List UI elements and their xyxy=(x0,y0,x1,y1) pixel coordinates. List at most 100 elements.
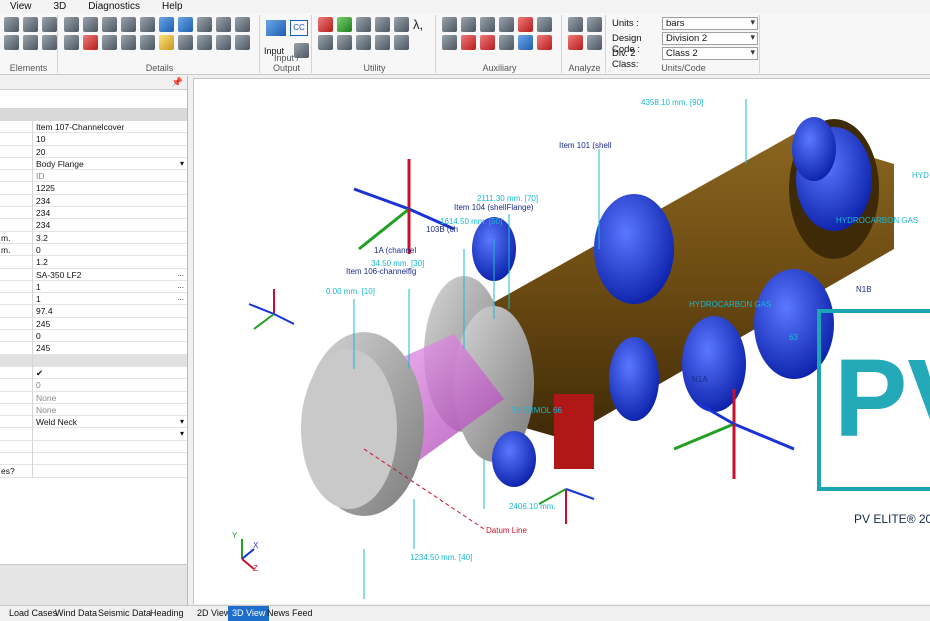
property-row[interactable]: SA-350 LF2... xyxy=(0,268,187,281)
property-row[interactable]: 1... xyxy=(0,280,187,294)
menu-diagnostics[interactable]: Diagnostics xyxy=(78,0,152,13)
utility-material-icon[interactable] xyxy=(318,17,333,32)
detail-nozzle-icon[interactable] xyxy=(102,17,117,32)
utility-trash-icon[interactable] xyxy=(318,35,333,50)
detail-liquid-icon[interactable] xyxy=(140,35,155,50)
detail-packing-icon[interactable] xyxy=(197,17,212,32)
menu-help[interactable]: Help xyxy=(152,0,195,13)
element-sphere-icon[interactable] xyxy=(42,17,57,32)
utility-ring-icon[interactable] xyxy=(375,35,390,50)
property-value[interactable]: ✔ xyxy=(36,367,185,379)
property-row[interactable] xyxy=(0,440,187,454)
property-value[interactable]: 20 xyxy=(36,146,185,158)
property-row[interactable]: Weld Neck ▾ xyxy=(0,416,187,429)
property-row[interactable]: Body Flange ▾ xyxy=(0,157,187,171)
aux-load-icon[interactable] xyxy=(461,35,476,50)
detail-lug-icon[interactable] xyxy=(140,17,155,32)
property-row[interactable]: 20 xyxy=(0,145,187,158)
utility-page-icon[interactable] xyxy=(337,35,352,50)
analyze-error-check-icon[interactable] xyxy=(568,35,583,50)
utility-lambda-icon[interactable]: λ, xyxy=(413,17,428,32)
detail-leg-icon[interactable] xyxy=(197,35,212,50)
property-value[interactable]: None xyxy=(36,404,185,416)
detail-load-icon[interactable] xyxy=(83,35,98,50)
property-row[interactable]: 1225 xyxy=(0,182,187,195)
aux-acrobat-icon[interactable] xyxy=(518,17,533,32)
units-select[interactable]: bars xyxy=(662,17,758,30)
property-row[interactable]: 1... xyxy=(0,293,187,306)
property-row[interactable]: 234 xyxy=(0,194,187,208)
aux-table-icon[interactable] xyxy=(461,17,476,32)
property-row[interactable]: None xyxy=(0,391,187,404)
property-row[interactable]: Item 107-Channelcover xyxy=(0,121,187,134)
utility-gears-icon[interactable] xyxy=(375,17,390,32)
property-row[interactable]: m. 3.2 xyxy=(0,231,187,244)
property-row[interactable]: 10 xyxy=(0,133,187,146)
property-value[interactable]: SA-350 LF2 xyxy=(36,269,185,281)
3d-view-canvas[interactable]: 4358.10 mm. [90] Item 101 (shell 2111.30… xyxy=(193,78,930,604)
detail-clip-icon[interactable] xyxy=(235,35,250,50)
menu-3d[interactable]: 3D xyxy=(44,0,79,13)
detail-lining-icon[interactable] xyxy=(121,35,136,50)
aux-clipboard-icon[interactable] xyxy=(499,17,514,32)
property-row[interactable]: es? xyxy=(0,465,187,478)
detail-saddle-icon[interactable] xyxy=(121,17,136,32)
property-row[interactable]: 0 xyxy=(0,379,187,392)
property-value[interactable]: 0 xyxy=(36,379,185,391)
aux-grid-icon[interactable] xyxy=(537,17,552,32)
div2-class-select[interactable]: Class 2 xyxy=(662,47,758,60)
property-value[interactable]: 1.2 xyxy=(36,256,185,268)
menu-view[interactable]: View xyxy=(0,0,44,13)
aux-pdf-icon[interactable] xyxy=(480,35,495,50)
element-cone-icon[interactable] xyxy=(23,17,38,32)
ellipsis-button[interactable]: ... xyxy=(177,268,184,280)
utility-flange-rating-icon[interactable] xyxy=(356,17,371,32)
property-value[interactable]: ID xyxy=(36,170,185,182)
input-arrows-icon[interactable] xyxy=(266,20,286,36)
property-row[interactable]: ID xyxy=(0,170,187,183)
property-value[interactable]: 234 xyxy=(36,195,185,207)
analyze-page-icon[interactable] xyxy=(587,17,602,32)
property-value[interactable]: 1 xyxy=(36,293,185,305)
property-row[interactable]: None xyxy=(0,403,187,417)
element-head-icon[interactable] xyxy=(4,35,19,50)
utility-filter-icon[interactable] xyxy=(337,17,352,32)
detail-force-icon[interactable] xyxy=(64,35,79,50)
detail-body-flange-icon[interactable] xyxy=(178,35,193,50)
utility-column-icon[interactable] xyxy=(356,35,371,50)
cc-icon[interactable]: CC xyxy=(290,20,308,36)
property-value[interactable]: None xyxy=(36,392,185,404)
property-row[interactable]: ▾ xyxy=(0,428,187,441)
element-skirt-icon[interactable] xyxy=(42,35,57,50)
property-row[interactable]: 245 xyxy=(0,342,187,355)
design-code-select[interactable]: Division 2 xyxy=(662,32,758,45)
aux-report-icon[interactable] xyxy=(499,35,514,50)
pin-icon[interactable]: 📌 xyxy=(172,77,183,88)
property-row[interactable]: 0 xyxy=(0,330,187,343)
property-value[interactable]: 1225 xyxy=(36,182,185,194)
aux-doc-icon[interactable] xyxy=(442,17,457,32)
aux-steel-icon[interactable] xyxy=(442,35,457,50)
property-value[interactable]: 245 xyxy=(36,318,185,330)
property-value[interactable]: 245 xyxy=(36,342,185,354)
aux-db-icon[interactable] xyxy=(518,35,533,50)
property-row[interactable]: 97.4 xyxy=(0,305,187,318)
element-flange-icon[interactable] xyxy=(23,35,38,50)
property-row[interactable]: 234 xyxy=(0,219,187,232)
property-value[interactable]: Weld Neck xyxy=(36,416,185,428)
property-row[interactable]: m. 0 xyxy=(0,243,187,257)
property-value[interactable]: 0 xyxy=(36,244,185,256)
property-value[interactable]: 97.4 xyxy=(36,305,185,317)
analyze-run-icon[interactable] xyxy=(568,17,583,32)
tab-news-feed[interactable]: News Feed xyxy=(263,606,317,621)
detail-stiffener-icon[interactable] xyxy=(64,17,79,32)
detail-baffle-icon[interactable] xyxy=(216,35,231,50)
detail-platform-icon[interactable] xyxy=(178,17,193,32)
property-row[interactable] xyxy=(0,354,187,367)
tab-heading[interactable]: Heading xyxy=(146,606,188,621)
element-cylinder-icon[interactable] xyxy=(4,17,19,32)
property-row[interactable]: 1.2 xyxy=(0,256,187,269)
detail-weight-icon[interactable] xyxy=(159,17,174,32)
property-row[interactable] xyxy=(0,453,187,466)
analyze-review-icon[interactable] xyxy=(587,35,602,50)
